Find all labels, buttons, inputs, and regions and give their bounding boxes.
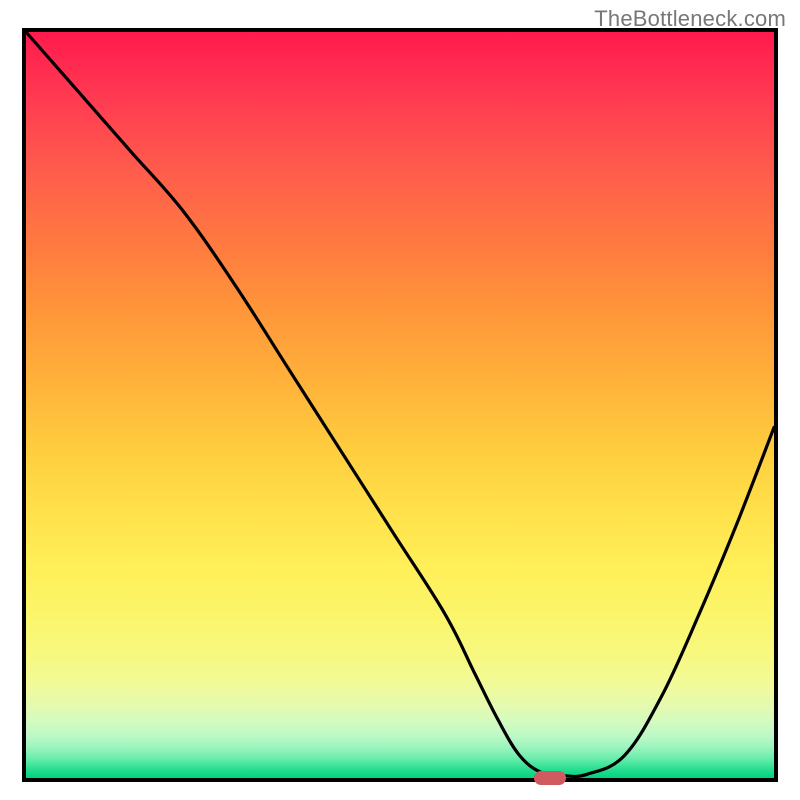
chart-frame: TheBottleneck.com — [0, 0, 800, 800]
bottleneck-curve-path — [26, 32, 774, 776]
curve-svg — [26, 32, 774, 778]
plot-area — [22, 28, 778, 782]
watermark-text: TheBottleneck.com — [594, 6, 786, 32]
optimal-marker — [534, 771, 566, 785]
